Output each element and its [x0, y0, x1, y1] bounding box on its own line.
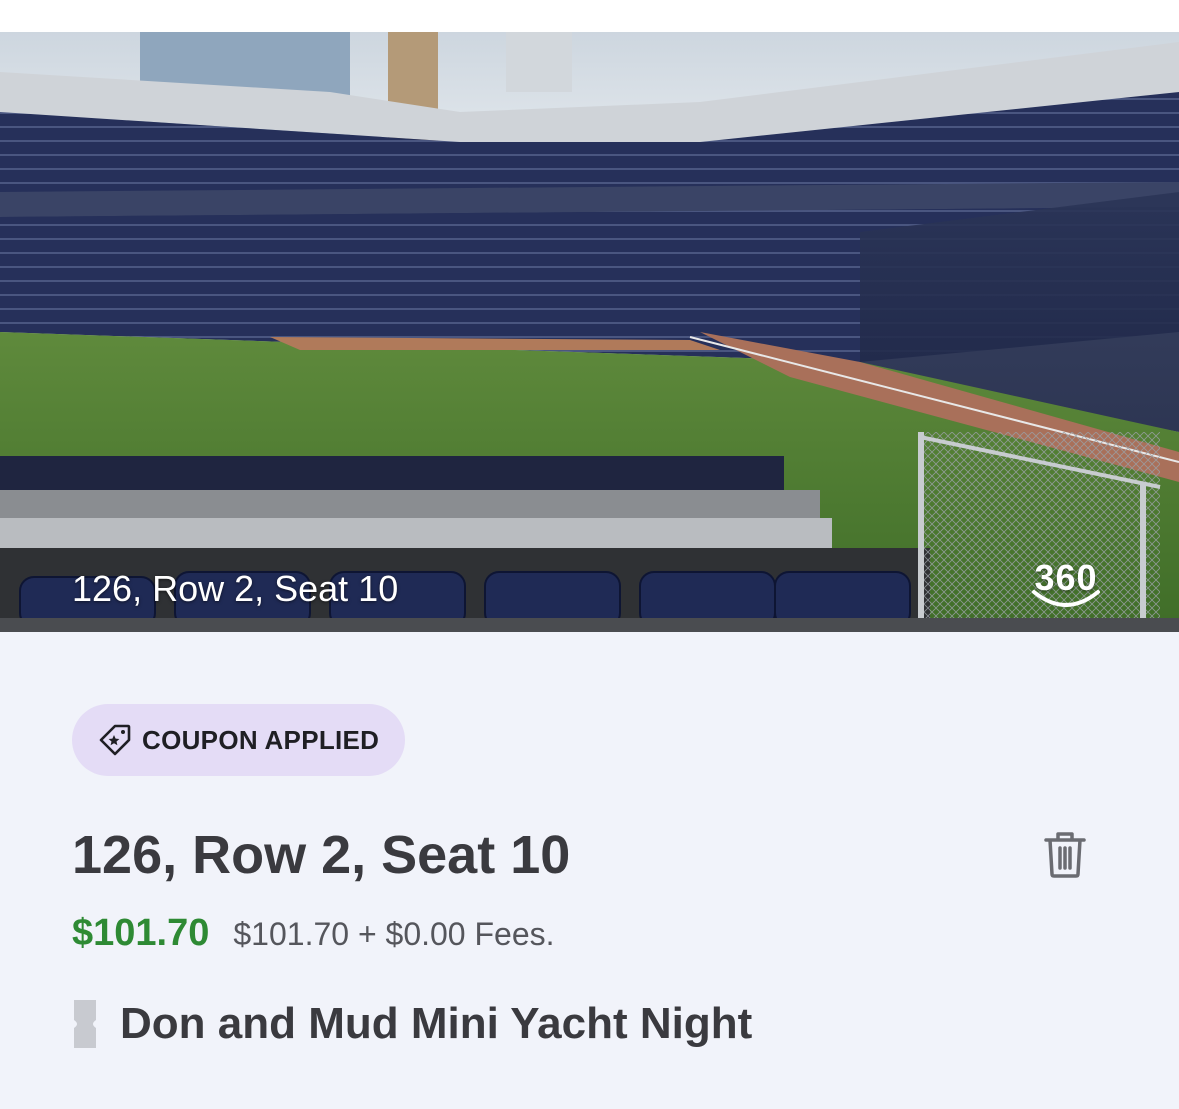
seat-title: 126, Row 2, Seat 10 [72, 825, 571, 885]
ticket-icon [74, 1000, 96, 1048]
stadium-illustration [0, 32, 1179, 632]
ticket-details-panel: COUPON APPLIED 126, Row 2, Seat 10 $101.… [0, 632, 1179, 1109]
event-row: Don and Mud Mini Yacht Night [72, 998, 752, 1050]
seat-view-caption: 126, Row 2, Seat 10 [72, 568, 399, 609]
coupon-applied-badge: COUPON APPLIED [72, 704, 406, 776]
price-breakdown: $101.70 + $0.00 Fees. [233, 916, 555, 952]
tag-star-icon [99, 724, 131, 756]
view-360-button[interactable]: 360 [1026, 558, 1106, 618]
coupon-label: COUPON APPLIED [142, 724, 380, 755]
rotate-360-icon [1032, 590, 1100, 607]
price-row: $101.70 $101.70 + $0.00 Fees. [72, 912, 555, 955]
trash-icon [1044, 832, 1086, 878]
ticket-price: $101.70 [72, 912, 210, 954]
event-name: Don and Mud Mini Yacht Night [120, 999, 753, 1048]
seat-view-image[interactable]: 126, Row 2, Seat 10 360 [0, 32, 1179, 632]
delete-ticket-button[interactable] [1038, 828, 1092, 882]
top-spacer [0, 0, 1179, 32]
